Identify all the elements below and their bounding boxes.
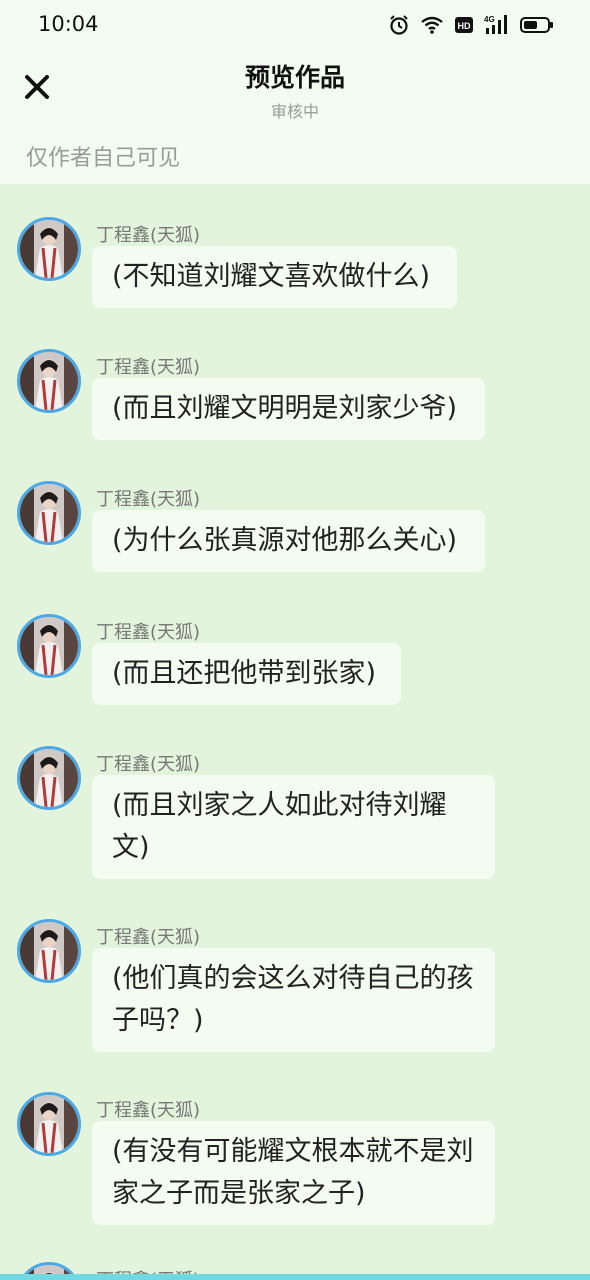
alarm-icon bbox=[388, 14, 410, 36]
sender-name: 丁程鑫(天狐) bbox=[96, 927, 201, 948]
message-bubble[interactable]: (而且刘耀文明明是刘家少爷) bbox=[92, 378, 485, 440]
status-icons: HD 4G bbox=[388, 14, 554, 36]
status-time: 10:04 bbox=[38, 12, 99, 36]
message-bubble[interactable]: (而且刘家之人如此对待刘耀文) bbox=[92, 775, 495, 879]
wifi-icon bbox=[420, 15, 444, 35]
hd-icon: HD bbox=[454, 15, 474, 35]
message-bubble[interactable]: (他们真的会这么对待自己的孩子吗？) bbox=[92, 948, 495, 1052]
message-bubble[interactable]: (有没有可能耀文根本就不是刘家之子而是张家之子) bbox=[92, 1121, 495, 1225]
review-status: 审核中 bbox=[270, 102, 319, 121]
message-bubble[interactable]: (而且还把他带到张家) bbox=[92, 643, 401, 705]
avatar[interactable] bbox=[17, 349, 81, 413]
avatar[interactable] bbox=[17, 217, 81, 281]
preview-screen: 10:04 HD 4G 预览作品 审核中 仅作者自己可见 丁程鑫(天狐) (不知… bbox=[0, 0, 590, 1280]
avatar[interactable] bbox=[17, 746, 81, 810]
top-bar: 10:04 HD 4G 预览作品 审核中 仅作者自己可见 bbox=[0, 0, 590, 184]
4g-signal-icon: 4G bbox=[484, 14, 510, 36]
status-bar: 10:04 HD 4G bbox=[0, 0, 590, 52]
visibility-note: 仅作者自己可见 bbox=[26, 146, 181, 171]
sender-name: 丁程鑫(天狐) bbox=[96, 754, 201, 775]
sender-name: 丁程鑫(天狐) bbox=[96, 1100, 201, 1121]
avatar[interactable] bbox=[17, 614, 81, 678]
sender-name: 丁程鑫(天狐) bbox=[96, 489, 201, 510]
svg-text:HD: HD bbox=[458, 21, 471, 31]
avatar[interactable] bbox=[17, 1092, 81, 1156]
network-label: 4G bbox=[484, 15, 495, 24]
page-title: 预览作品 bbox=[244, 63, 345, 92]
sender-name: 丁程鑫(天狐) bbox=[96, 225, 201, 246]
avatar[interactable] bbox=[17, 481, 81, 545]
sender-name: 丁程鑫(天狐) bbox=[96, 357, 201, 378]
sender-name: 丁程鑫(天狐) bbox=[96, 622, 201, 643]
message-bubble[interactable]: (不知道刘耀文喜欢做什么) bbox=[92, 246, 457, 308]
bottom-strip bbox=[0, 1274, 590, 1280]
message-bubble[interactable]: (为什么张真源对他那么关心) bbox=[92, 510, 485, 572]
battery-icon bbox=[520, 15, 554, 35]
avatar[interactable] bbox=[17, 919, 81, 983]
